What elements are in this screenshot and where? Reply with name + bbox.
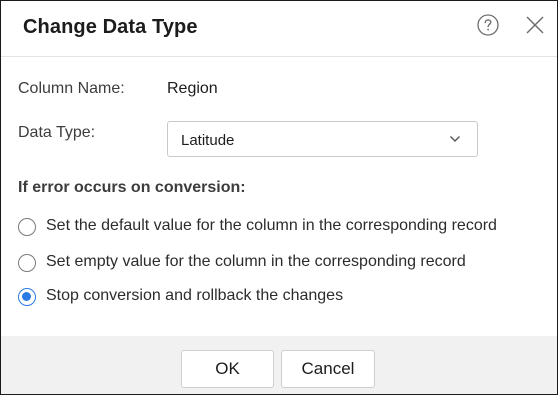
radio-option-label: Stop conversion and rollback the changes xyxy=(46,287,344,304)
radio-button-selected[interactable] xyxy=(18,288,36,306)
chevron-down-icon xyxy=(450,136,460,142)
column-name-label: Column Name: xyxy=(18,80,125,97)
data-type-label: Data Type: xyxy=(18,124,96,141)
column-name-value: Region xyxy=(167,80,218,97)
data-type-selected-value: Latitude xyxy=(181,132,235,149)
dialog-title: Change Data Type xyxy=(23,16,198,38)
cancel-button[interactable]: Cancel xyxy=(281,350,375,388)
help-button[interactable] xyxy=(477,14,499,36)
radio-button[interactable] xyxy=(18,254,36,272)
data-type-select[interactable]: Latitude xyxy=(167,121,478,157)
close-button[interactable] xyxy=(525,15,545,35)
radio-button[interactable] xyxy=(18,218,36,236)
error-section-heading: If error occurs on conversion: xyxy=(18,179,246,196)
change-data-type-dialog: Change Data Type Column Name: Region Dat… xyxy=(0,0,558,395)
close-x-icon xyxy=(526,16,544,34)
dialog-footer: OK Cancel xyxy=(1,336,557,394)
dialog-header: Change Data Type xyxy=(1,1,557,57)
radio-option-label: Set empty value for the column in the co… xyxy=(46,253,466,270)
question-circle-icon xyxy=(477,14,499,36)
radio-option-label: Set the default value for the column in … xyxy=(46,217,497,234)
ok-button[interactable]: OK xyxy=(181,350,274,388)
